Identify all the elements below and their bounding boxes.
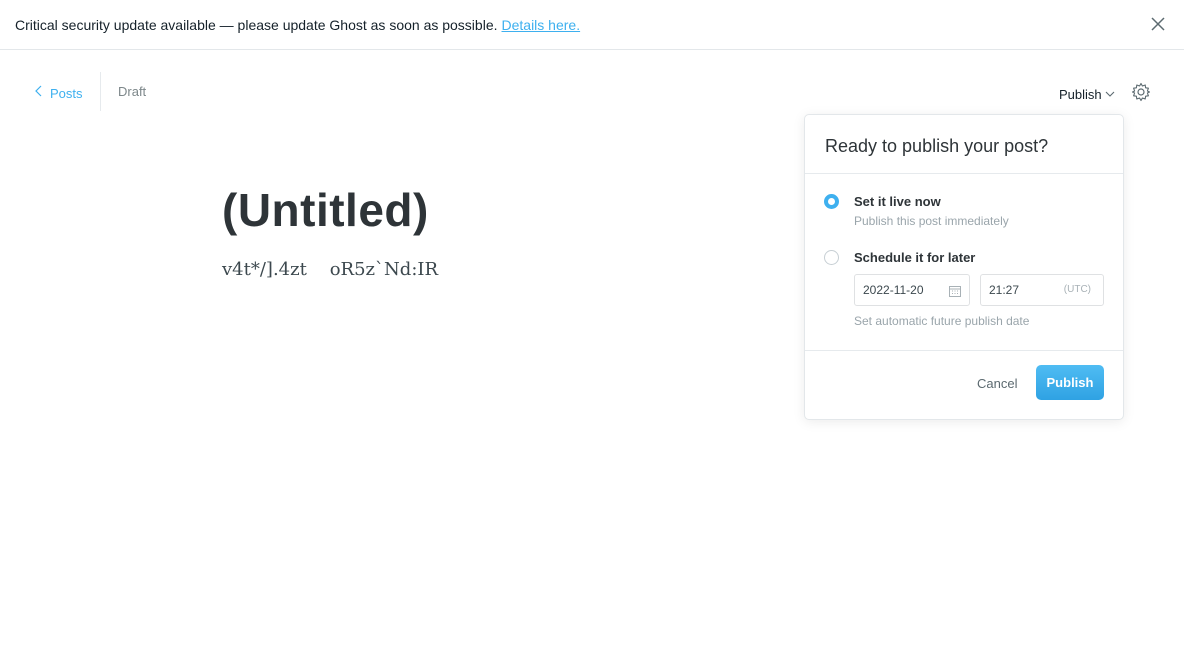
back-to-posts-link[interactable]: Posts xyxy=(34,84,83,103)
calendar-icon xyxy=(949,284,961,297)
publish-popover-heading: Ready to publish your post? xyxy=(825,136,1049,156)
schedule-timezone: (UTC) xyxy=(1063,284,1091,295)
banner-details-link[interactable]: Details here. xyxy=(502,17,581,33)
option-publish-now-description: Publish this post immediately xyxy=(854,214,1009,228)
popover-footer-divider xyxy=(805,350,1123,351)
schedule-date-input[interactable]: 2022-11-20 xyxy=(854,274,970,306)
schedule-time-input[interactable]: 21:27 (UTC) xyxy=(980,274,1104,306)
radio-schedule-later[interactable] xyxy=(824,250,839,265)
post-body[interactable]: v4t*/].4zt oR5z`Nd:IR xyxy=(222,259,438,280)
publish-popover: Ready to publish your post? Set it live … xyxy=(804,114,1124,420)
option-schedule-description: Set automatic future publish date xyxy=(854,314,1030,328)
banner-message: Critical security update available — ple… xyxy=(15,16,498,33)
chevron-down-icon xyxy=(1105,85,1115,103)
publish-menu-trigger[interactable]: Publish xyxy=(1059,85,1115,103)
schedule-time-value: 21:27 xyxy=(989,283,1020,297)
option-publish-now-label[interactable]: Set it live now xyxy=(854,194,941,209)
cancel-button[interactable]: Cancel xyxy=(977,376,1017,391)
back-label: Posts xyxy=(50,86,83,101)
gear-icon[interactable] xyxy=(1131,82,1151,102)
option-schedule-label[interactable]: Schedule it for later xyxy=(854,250,975,265)
header-divider xyxy=(100,72,101,111)
schedule-date-value: 2022-11-20 xyxy=(863,283,924,297)
security-banner: Critical security update available — ple… xyxy=(0,0,1184,50)
publish-button[interactable]: Publish xyxy=(1036,365,1104,400)
publish-trigger-label: Publish xyxy=(1059,86,1102,102)
post-status: Draft xyxy=(118,84,147,99)
chevron-left-icon xyxy=(34,84,44,103)
post-title[interactable]: (Untitled) xyxy=(222,183,429,237)
radio-publish-now[interactable] xyxy=(824,194,839,209)
close-icon[interactable] xyxy=(1150,16,1166,32)
popover-divider xyxy=(805,173,1123,174)
